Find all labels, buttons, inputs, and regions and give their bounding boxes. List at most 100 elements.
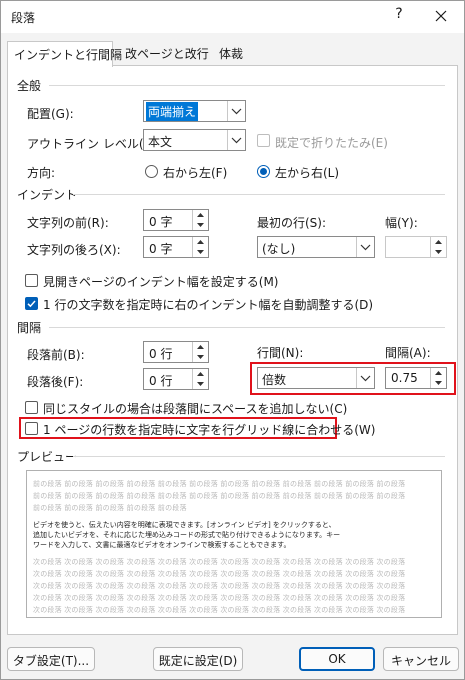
- spin-down-icon[interactable]: [431, 378, 446, 388]
- spinner-arrows: [192, 237, 208, 257]
- ltr-label: 左から右(L): [275, 166, 340, 180]
- preview-prev-line: 前の段落 前の段落 前の段落 前の段落 前の段落 前の段落 前の段落 前の段落 …: [33, 480, 406, 488]
- dialog-title: 段落: [11, 11, 36, 25]
- indent-divider: [73, 194, 445, 195]
- outline-level-label: アウトライン レベル(O):: [27, 137, 162, 151]
- preview-next-line: 次の段落 次の段落 次の段落 次の段落 次の段落 次の段落 次の段落 次の段落 …: [33, 558, 406, 566]
- paragraph-dialog: 段落 ? インデントと行間隔 改ページと改行 体裁 全般 配置(G): 両端揃え…: [0, 0, 465, 680]
- space-after-label: 段落後(F):: [27, 375, 84, 389]
- collapse-by-default-checkbox[interactable]: [257, 134, 270, 147]
- snap-to-grid-label: 1 ページの行数を指定時に文字を行グリッド線に合わせる(W): [43, 423, 376, 437]
- tab-asian-typography[interactable]: 体裁: [213, 41, 249, 65]
- line-spacing-select[interactable]: 倍数: [257, 367, 375, 389]
- preview-prev-line: 前の段落 前の段落 前の段落 前の段落 前の段落: [33, 504, 187, 512]
- line-spacing-value: 倍数: [262, 373, 287, 387]
- first-line-value: (なし): [262, 242, 296, 256]
- preview-sample-line: ビデオを使うと、伝えたい内容を明確に表現できます。[オンライン ビデオ] をクリ…: [33, 521, 336, 529]
- outline-dropdown-button[interactable]: [227, 130, 245, 150]
- space-before-spinner[interactable]: 0 行: [143, 341, 209, 363]
- chevron-down-icon: [360, 375, 371, 382]
- preview-next-line: 次の段落 次の段落 次の段落 次の段落 次の段落 次の段落 次の段落 次の段落 …: [33, 570, 406, 578]
- rtl-radio[interactable]: [145, 165, 158, 178]
- preview-next-line: 次の段落 次の段落 次の段落 次の段落 次の段落 次の段落 次の段落 次の段落 …: [33, 594, 406, 602]
- spin-up-icon[interactable]: [193, 342, 208, 352]
- alignment-dropdown-button[interactable]: [227, 101, 245, 121]
- spinner-arrows: [192, 369, 208, 389]
- cancel-button[interactable]: キャンセル: [383, 647, 459, 671]
- spin-down-icon[interactable]: [193, 352, 208, 362]
- indent-width-spinner[interactable]: [385, 236, 447, 258]
- line-spacing-dropdown-button[interactable]: [356, 368, 374, 388]
- line-spacing-label: 行間(N):: [257, 346, 304, 360]
- tab-indent-spacing[interactable]: インデントと行間隔: [7, 41, 122, 67]
- indent-heading: インデント: [17, 188, 78, 202]
- spinner-arrows: [430, 368, 446, 388]
- indent-width-label: 幅(Y):: [385, 216, 418, 230]
- spacing-at-label: 間隔(A):: [385, 346, 431, 360]
- spinner-arrows: [192, 342, 208, 362]
- first-line-dropdown-button[interactable]: [356, 237, 374, 257]
- spin-down-icon[interactable]: [431, 247, 446, 257]
- space-before-label: 段落前(B):: [27, 348, 85, 362]
- spacing-at-spinner[interactable]: 0.75: [385, 367, 447, 389]
- spin-up-icon[interactable]: [193, 369, 208, 379]
- spin-down-icon[interactable]: [193, 247, 208, 257]
- spin-up-icon[interactable]: [431, 237, 446, 247]
- space-after-spinner[interactable]: 0 行: [143, 368, 209, 390]
- first-line-select[interactable]: (なし): [257, 236, 375, 258]
- spinner-arrows: [192, 210, 208, 230]
- preview-sample-line: 追加したいビデオを、それに応じた埋め込みコードの形式で貼り付けできるようになりま…: [33, 531, 341, 539]
- snap-to-grid-checkbox[interactable]: [25, 422, 38, 435]
- help-button[interactable]: ?: [389, 6, 409, 22]
- chevron-down-icon: [360, 244, 371, 251]
- indent-before-value: 0 字: [149, 215, 173, 229]
- ltr-radio[interactable]: [257, 165, 270, 178]
- spin-up-icon[interactable]: [193, 237, 208, 247]
- outline-level-select[interactable]: 本文: [143, 129, 246, 151]
- alignment-label: 配置(G):: [27, 107, 74, 121]
- chevron-down-icon: [231, 137, 242, 144]
- preview-pane: 前の段落 前の段落 前の段落 前の段落 前の段落 前の段落 前の段落 前の段落 …: [26, 470, 442, 618]
- spinner-arrows: [430, 237, 446, 257]
- general-heading: 全般: [17, 79, 42, 93]
- preview-next-line: 次の段落 次の段落 次の段落 次の段落 次の段落 次の段落 次の段落 次の段落 …: [33, 606, 406, 614]
- general-divider: [49, 85, 445, 86]
- outline-level-value: 本文: [148, 135, 173, 149]
- check-icon: [27, 300, 36, 308]
- spin-down-icon[interactable]: [193, 379, 208, 389]
- direction-label: 方向:: [27, 166, 56, 180]
- preview-next-line: 次の段落 次の段落 次の段落 次の段落 次の段落 次の段落 次の段落 次の段落 …: [33, 582, 406, 590]
- title-bar: 段落 ?: [1, 1, 464, 33]
- indent-after-spinner[interactable]: 0 字: [143, 236, 209, 258]
- preview-divider: [73, 456, 445, 457]
- preview-heading: プレビュー: [17, 450, 78, 464]
- set-as-default-button[interactable]: 既定に設定(D): [153, 647, 243, 671]
- ok-button[interactable]: OK: [299, 647, 375, 671]
- indent-before-spinner[interactable]: 0 字: [143, 209, 209, 231]
- collapse-by-default-label: 既定で折りたたみ(E): [275, 136, 388, 150]
- no-space-same-style-checkbox[interactable]: [25, 401, 38, 414]
- spin-down-icon[interactable]: [193, 220, 208, 230]
- first-line-label: 最初の行(S):: [257, 216, 327, 230]
- preview-prev-line: 前の段落 前の段落 前の段落 前の段落 前の段落 前の段落 前の段落 前の段落 …: [33, 492, 406, 500]
- indent-after-value: 0 字: [149, 242, 173, 256]
- indent-after-label: 文字列の後ろ(X):: [27, 243, 121, 257]
- mirror-indents-label: 見開きページのインデント幅を設定する(M): [43, 275, 279, 289]
- tabs-button[interactable]: タブ設定(T)...: [7, 647, 95, 671]
- rtl-label: 右から左(F): [163, 166, 228, 180]
- spin-up-icon[interactable]: [431, 368, 446, 378]
- auto-adjust-indent-checkbox[interactable]: [25, 297, 38, 310]
- close-icon: [435, 10, 447, 22]
- close-button[interactable]: [429, 5, 453, 27]
- no-space-same-style-label: 同じスタイルの場合は段落間にスペースを追加しない(C): [43, 402, 348, 416]
- alignment-select[interactable]: 両端揃え: [143, 100, 246, 122]
- space-after-value: 0 行: [149, 374, 173, 388]
- auto-adjust-indent-label: 1 行の文字数を指定時に右のインデント幅を自動調整する(D): [43, 298, 374, 312]
- spin-up-icon[interactable]: [193, 210, 208, 220]
- spacing-heading: 間隔: [17, 321, 42, 335]
- mirror-indents-checkbox[interactable]: [25, 274, 38, 287]
- tab-line-page-breaks[interactable]: 改ページと改行: [119, 41, 215, 65]
- space-before-value: 0 行: [149, 347, 173, 361]
- spacing-divider: [49, 327, 445, 328]
- preview-sample-line: ワードを入力して、文書に最適なビデオをオンラインで検索することもできます。: [33, 541, 291, 549]
